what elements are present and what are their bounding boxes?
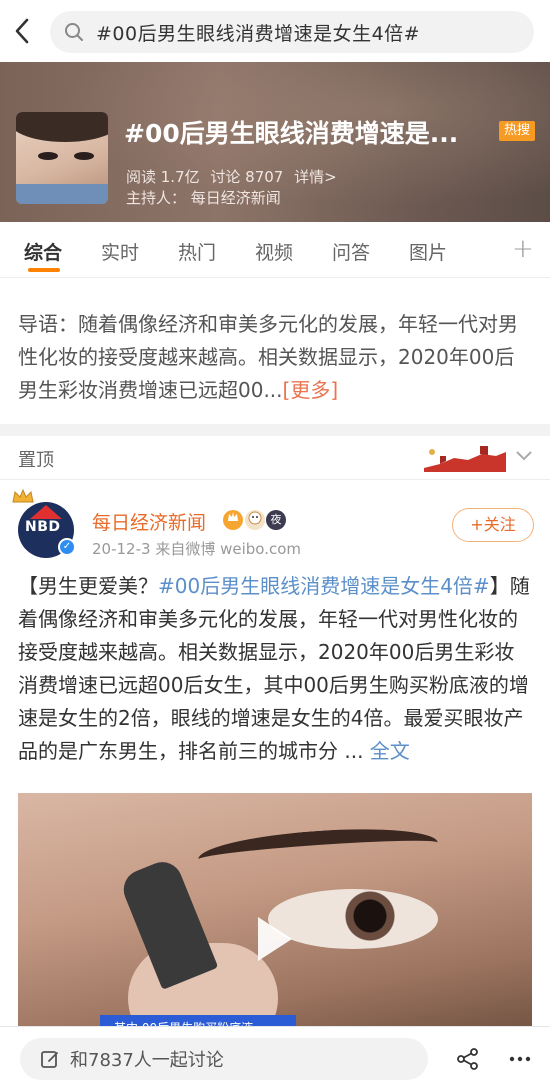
- hot-badge: 热搜: [499, 121, 535, 141]
- tab-qa[interactable]: 问答: [332, 238, 370, 265]
- tab-comprehensive[interactable]: 综合: [24, 238, 62, 265]
- tab-video[interactable]: 视频: [255, 238, 293, 265]
- intro-more-link[interactable]: [更多]: [283, 378, 339, 402]
- video-player[interactable]: 其中 00后男生购买粉底液: [18, 793, 532, 1040]
- follow-button[interactable]: +关注: [452, 508, 534, 542]
- share-icon[interactable]: [456, 1047, 480, 1071]
- intro-text: 导语：随着偶像经济和审美多元化的发展，年轻一代对男性化妆的接受度越来越高。相关数…: [18, 312, 518, 402]
- pinned-label: 置顶: [18, 450, 54, 471]
- details-link[interactable]: 详情>: [294, 168, 337, 186]
- bottom-bar: 和7837人一起讨论: [0, 1026, 550, 1091]
- chevron-down-icon[interactable]: [514, 448, 534, 462]
- discussion-count: 讨论 8707: [210, 168, 284, 186]
- search-bar[interactable]: #00后男生眼线消费增速是女生4倍#: [50, 11, 534, 53]
- cartoon-badge-icon: [245, 510, 265, 530]
- topic-cover-image: [16, 112, 108, 204]
- discuss-prompt: 和7837人一起讨论: [70, 1050, 224, 1071]
- search-query[interactable]: #00后男生眼线消费增速是女生4倍#: [96, 19, 420, 46]
- active-tab-indicator: [28, 268, 60, 272]
- tab-images[interactable]: 图片: [409, 238, 447, 265]
- post-content: 【男生更爱美？#00后男生眼线消费增速是女生4倍#】随着偶像经济和审美多元化的发…: [18, 570, 534, 768]
- post-hashtag[interactable]: #00后男生眼线消费增速是女生4倍#: [158, 574, 490, 598]
- top-bar: #00后男生眼线消费增速是女生4倍#: [0, 0, 550, 62]
- crown-icon: [12, 488, 34, 503]
- full-text-link[interactable]: 全文: [370, 739, 410, 763]
- more-options-icon[interactable]: [508, 1047, 532, 1071]
- post-text-body: 】随着偶像经济和审美多元化的发展，年轻一代对男性化妆的接受度越来越高。相关数据显…: [18, 574, 530, 763]
- play-icon[interactable]: [258, 917, 292, 961]
- tab-popular[interactable]: 热门: [178, 238, 216, 265]
- back-arrow-icon: [15, 18, 29, 44]
- great-wall-icon: [424, 446, 506, 472]
- author-name[interactable]: 每日经济新闻: [92, 508, 206, 535]
- verified-icon: ✓: [58, 538, 76, 556]
- tab-realtime[interactable]: 实时: [101, 238, 139, 265]
- post-meta: 20-12-3 来自微博 weibo.com: [92, 538, 301, 559]
- pinned-header: 置顶: [0, 436, 550, 480]
- discuss-input[interactable]: 和7837人一起讨论: [20, 1038, 428, 1080]
- tab-bar: 综合 实时 热门 视频 问答 图片 +: [0, 222, 550, 278]
- search-icon: [65, 23, 83, 41]
- member-badge-icon: [223, 510, 243, 530]
- avatar-logo-text: NBD: [25, 519, 61, 535]
- read-count: 阅读 1.7亿: [126, 168, 200, 186]
- topic-header: #00后男生眼线消费增速是... 热搜 阅读 1.7亿 讨论 8707 详情> …: [0, 62, 550, 222]
- night-badge: 夜: [266, 510, 286, 530]
- section-divider: [0, 424, 550, 436]
- post-source: 来自微博 weibo.com: [155, 540, 301, 558]
- edit-icon: [41, 1051, 58, 1068]
- back-button[interactable]: [0, 0, 44, 62]
- weibo-post: NBD ✓ 每日经济新闻 夜 20-12-3 来自微博 weibo.com +关…: [0, 480, 550, 1040]
- topic-host[interactable]: 主持人： 每日经济新闻: [126, 187, 281, 208]
- topic-title: #00后男生眼线消费增速是...: [124, 119, 459, 148]
- topic-stats: 阅读 1.7亿 讨论 8707 详情>: [126, 166, 343, 187]
- post-date: 20-12-3: [92, 540, 151, 558]
- topic-intro: 导语：随着偶像经济和审美多元化的发展，年轻一代对男性化妆的接受度越来越高。相关数…: [0, 278, 550, 424]
- add-tab-button[interactable]: +: [512, 234, 534, 264]
- post-text-prefix: 【男生更爱美？: [18, 574, 158, 598]
